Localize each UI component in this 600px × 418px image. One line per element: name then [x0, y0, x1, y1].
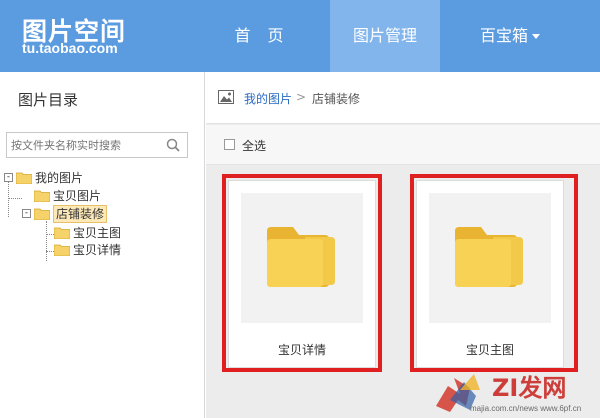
tree-connector — [8, 198, 22, 199]
image-icon — [218, 90, 234, 104]
folder-search-input[interactable] — [11, 136, 161, 154]
folder-icon — [34, 190, 50, 202]
logo-domain[interactable]: tu.taobao.com — [22, 40, 118, 56]
tree-node-label: 店铺装修 — [53, 205, 108, 223]
sidebar: 图片目录 - 我的图片 宝贝图片 - 店铺装修 宝贝主图 — [0, 72, 205, 418]
top-header: 图片空间 tu.taobao.com 首 页 图片管理 百宝箱 — [0, 0, 600, 72]
folder-icon — [455, 227, 523, 287]
folder-thumbnail — [429, 193, 551, 323]
caret-down-icon — [532, 34, 540, 39]
tree-node-label: 宝贝图片 — [53, 189, 102, 203]
folder-card-product-details[interactable]: 宝贝详情 — [228, 180, 376, 368]
tree-connector — [46, 221, 47, 261]
breadcrumb-separator: > — [296, 90, 307, 104]
tree-connector — [8, 177, 9, 217]
folder-icon — [54, 244, 70, 256]
tree-collapse-toggle[interactable]: - — [4, 173, 13, 182]
breadcrumb-link-my-images[interactable]: 我的图片 — [244, 90, 292, 107]
folder-search-box — [6, 132, 188, 158]
folder-icon — [34, 208, 50, 220]
breadcrumb: 我的图片 > 店铺装修 — [206, 72, 600, 124]
watermark-text: ZI发网 — [492, 374, 566, 402]
select-all-checkbox[interactable] — [224, 139, 235, 150]
folder-icon — [54, 227, 70, 239]
watermark-url: majia.com.cn/news www.6pf.cn — [470, 404, 582, 413]
folder-thumbnail — [241, 193, 363, 323]
breadcrumb-current: 店铺装修 — [312, 92, 361, 106]
folder-icon — [16, 172, 32, 184]
tree-node-label: 宝贝详情 — [73, 243, 122, 257]
folder-icon — [267, 227, 335, 287]
select-toolbar: 全选 — [206, 125, 600, 165]
folder-card-label: 宝贝主图 — [465, 343, 514, 357]
folder-card-main-images[interactable]: 宝贝主图 — [416, 180, 564, 368]
nav-toolbox-label: 百宝箱 — [479, 26, 528, 45]
tree-collapse-toggle[interactable]: - — [22, 209, 31, 218]
nav-image-management-label: 图片管理 — [352, 26, 417, 45]
search-icon[interactable] — [166, 138, 180, 152]
folder-card-label: 宝贝详情 — [277, 343, 326, 357]
tree-node-label: 宝贝主图 — [73, 226, 122, 240]
tree-node-label: 我的图片 — [35, 171, 84, 185]
nav-toolbox[interactable]: 百宝箱 — [455, 0, 565, 72]
nav-image-management[interactable]: 图片管理 — [330, 0, 440, 72]
select-all-label[interactable]: 全选 — [242, 137, 266, 154]
nav-home[interactable]: 首 页 — [212, 0, 312, 72]
sidebar-title: 图片目录 — [18, 91, 79, 109]
